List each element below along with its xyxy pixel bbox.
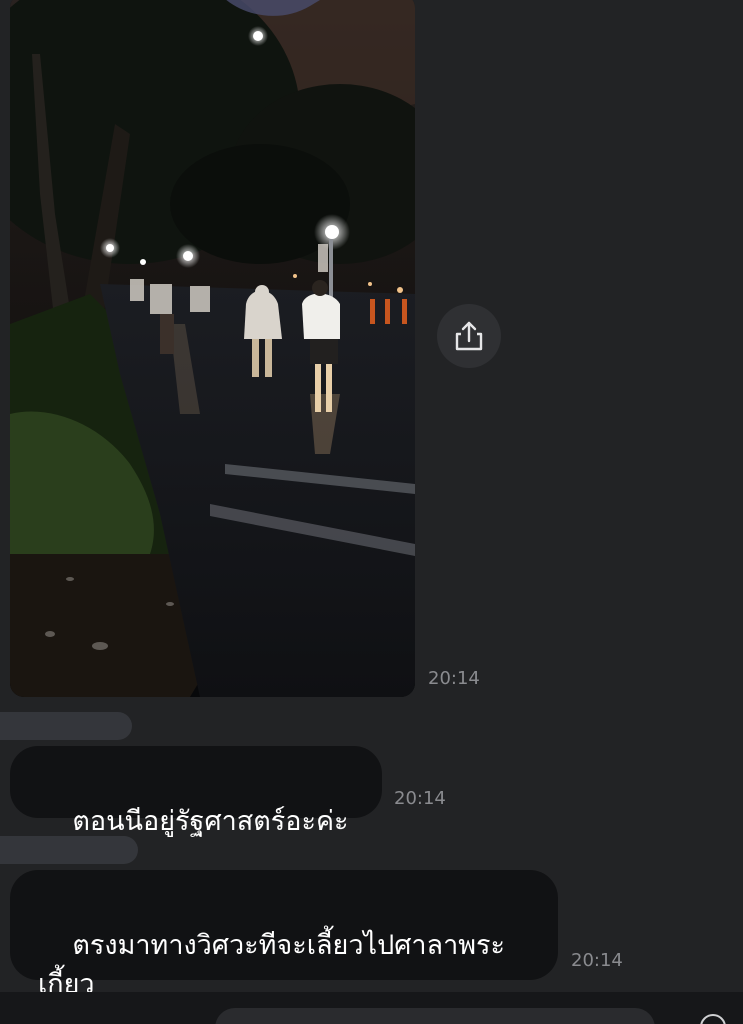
message-input[interactable]: [215, 1008, 655, 1024]
message-text: ตรงมาทางวิศวะทีจะเลี้ยวไปศาลาพระ เกี้ยว: [38, 930, 506, 1000]
night-street-photo: [10, 0, 415, 697]
share-button[interactable]: [437, 304, 501, 368]
sender-name-redacted: [0, 712, 132, 740]
message-timestamp: 20:14: [571, 950, 623, 971]
message-bubble[interactable]: ตรงมาทางวิศวะทีจะเลี้ยวไปศาลาพระ เกี้ยว: [10, 870, 558, 1000]
sender-name-redacted: [0, 836, 138, 864]
message-text: ตอนนีอยู่รัฐศาสตร์อะค่ะ: [72, 806, 349, 837]
message-timestamp: 20:14: [428, 668, 480, 689]
photo-message[interactable]: [10, 0, 415, 697]
share-icon: [455, 321, 483, 351]
message-timestamp: 20:14: [394, 788, 446, 809]
chat-thread: 20:14 ตอนนีอยู่รัฐศาสตร์อะค่ะ 20:14 ตรงม…: [0, 0, 743, 1024]
message-bubble[interactable]: ตอนนีอยู่รัฐศาสตร์อะค่ะ: [10, 746, 382, 837]
